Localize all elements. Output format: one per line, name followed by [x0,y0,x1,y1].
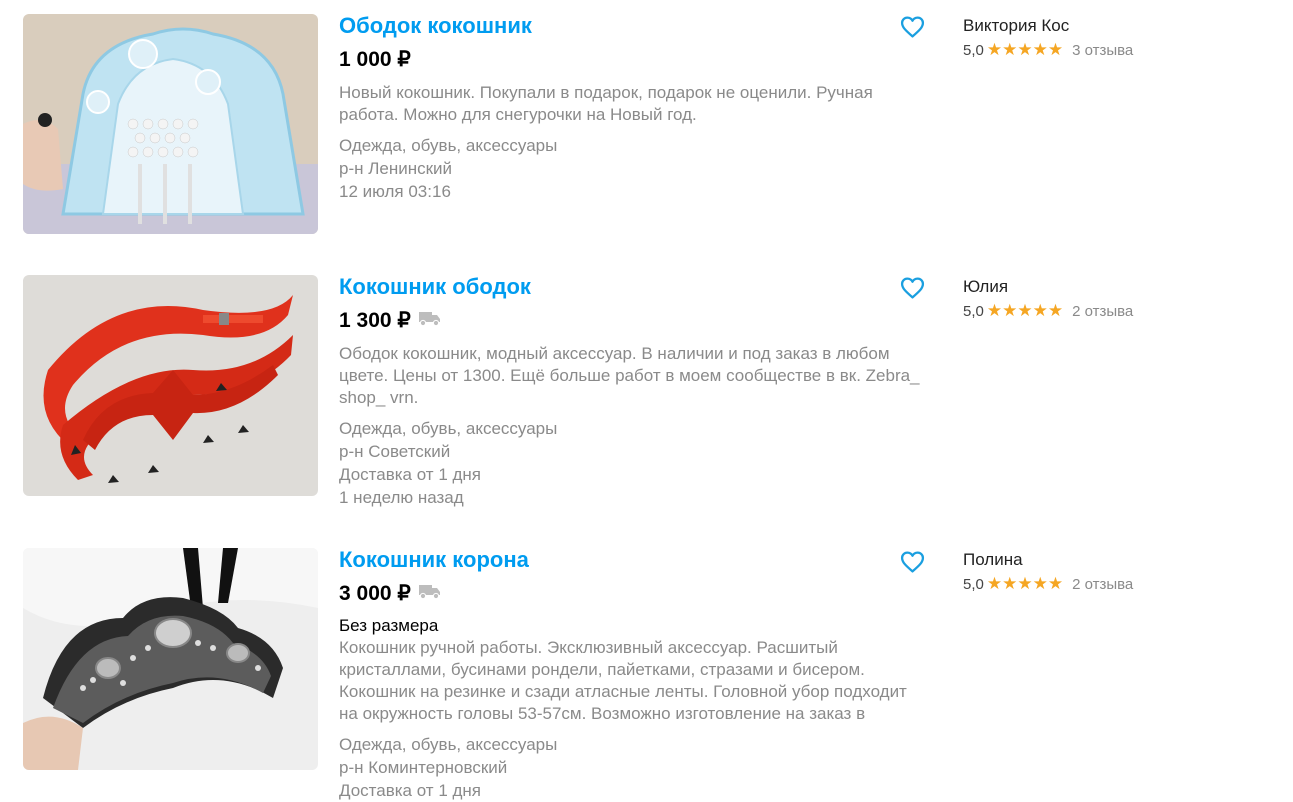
rating-stars-icon: ★★★★★ [986,301,1064,320]
seller-rating: 5,0 ★★★★★ 2 отзыва [963,302,1133,320]
listing-size: Без размера [339,616,439,635]
listing-category: Одежда, обувь, аксессуары [339,735,558,754]
listing-price: 1 000 ₽ [339,48,411,71]
listing-category: Одежда, обувь, аксессуары [339,136,558,155]
seller-info: Виктория Кос 5,0 ★★★★★ 3 отзыва [963,15,1133,59]
price-row: 3 000 ₽ [339,582,929,606]
kokoshnik-crown-photo [23,548,318,770]
listing-date: 1 неделю назад [339,488,464,507]
rating-stars-icon: ★★★★★ [986,574,1064,593]
listing-description: Кокошник ручной работы. Эксклюзивный акс… [339,638,907,723]
listing-photo[interactable] [23,548,318,770]
listing-description: Ободок кокошник, модный аксессуар. В нал… [339,344,920,407]
listing-delivery: Доставка от 1 дня [339,781,482,800]
reviews-count[interactable]: 3 отзыва [1072,42,1133,59]
favorite-heart-icon[interactable] [900,276,925,300]
rating-stars-icon: ★★★★★ [986,40,1064,59]
rating-value: 5,0 [963,575,984,593]
reviews-count[interactable]: 2 отзыва [1072,303,1133,320]
favorite-heart-icon[interactable] [900,15,925,39]
listing-photo[interactable] [23,275,318,496]
listing-meta: Одежда, обувь, аксессуары р-н Ленинский … [339,134,929,203]
kokoshnik-white-photo [23,14,318,234]
seller-name[interactable]: Виктория Кос [963,15,1133,37]
listing-meta: Одежда, обувь, аксессуары р-н Коминтерно… [339,733,929,802]
rating-value: 5,0 [963,302,984,320]
listing-district: р-н Советский [339,442,451,461]
listing-title[interactable]: Кокошник корона [339,547,929,573]
listing-district: р-н Коминтерновский [339,758,508,777]
price-row: 1 000 ₽ [339,48,929,72]
listing-photo[interactable] [23,14,318,234]
listing-description: Новый кокошник. Покупали в подарок, пода… [339,83,873,124]
seller-info: Полина 5,0 ★★★★★ 2 отзыва [963,549,1133,593]
listing-title[interactable]: Ободок кокошник [339,13,929,39]
listing-date: 12 июля 03:16 [339,182,451,201]
truck-icon [418,311,441,331]
seller-info: Юлия 5,0 ★★★★★ 2 отзыва [963,276,1133,320]
favorite-heart-icon[interactable] [900,550,925,574]
listing-price: 1 300 ₽ [339,309,411,332]
listing-district: р-н Ленинский [339,159,453,178]
truck-icon [418,584,441,604]
price-row: 1 300 ₽ [339,309,929,333]
seller-name[interactable]: Юлия [963,276,1133,298]
listing-title[interactable]: Кокошник ободок [339,274,929,300]
listing-category: Одежда, обувь, аксессуары [339,419,558,438]
listing-price: 3 000 ₽ [339,582,411,605]
listing-delivery: Доставка от 1 дня [339,465,482,484]
rating-value: 5,0 [963,41,984,59]
kokoshnik-red-photo [23,275,318,496]
seller-rating: 5,0 ★★★★★ 2 отзыва [963,575,1133,593]
listing-meta: Одежда, обувь, аксессуары р-н Советский … [339,417,929,509]
seller-rating: 5,0 ★★★★★ 3 отзыва [963,41,1133,59]
seller-name[interactable]: Полина [963,549,1133,571]
reviews-count[interactable]: 2 отзыва [1072,576,1133,593]
